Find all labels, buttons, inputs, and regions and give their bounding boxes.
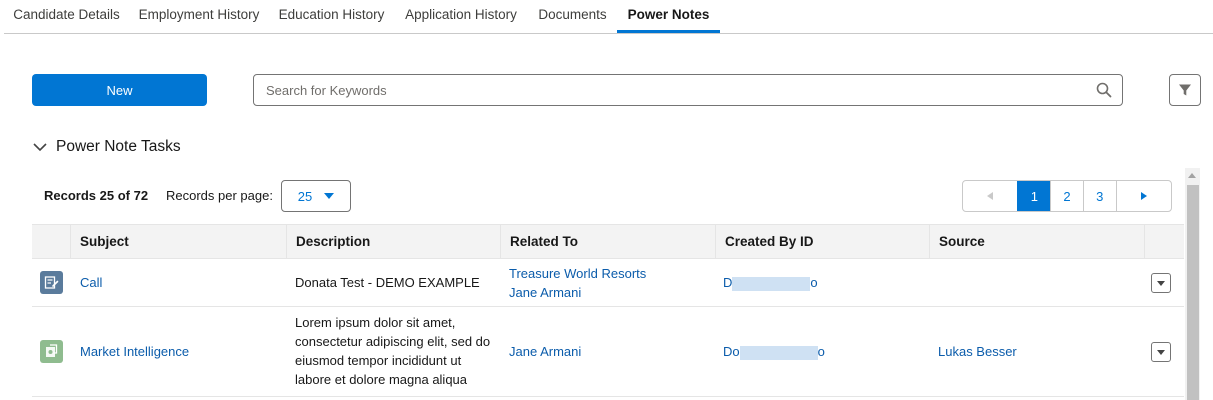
redacted-block bbox=[739, 345, 818, 360]
row-actions-button[interactable] bbox=[1151, 342, 1171, 362]
created-by-prefix: D bbox=[723, 275, 733, 290]
new-button[interactable]: New bbox=[32, 74, 207, 106]
table-row: Market Intelligence Lorem ipsum dolor si… bbox=[32, 307, 1184, 397]
tab-candidate-details[interactable]: Candidate Details bbox=[4, 0, 129, 33]
search-box bbox=[253, 74, 1123, 106]
search-input[interactable] bbox=[254, 75, 1122, 105]
table-header: Subject Description Related To Created B… bbox=[32, 224, 1184, 259]
subject-link[interactable]: Call bbox=[80, 273, 102, 292]
created-by-link[interactable]: Do bbox=[723, 273, 818, 292]
subject-link[interactable]: Market Intelligence bbox=[80, 342, 189, 361]
created-by-suffix: o bbox=[810, 275, 818, 290]
records-count: Records 25 of 72 bbox=[44, 188, 149, 203]
page-button-1[interactable]: 1 bbox=[1017, 181, 1051, 211]
page-button-3[interactable]: 3 bbox=[1082, 181, 1116, 211]
row-actions-button[interactable] bbox=[1151, 273, 1171, 293]
previous-page-icon bbox=[987, 192, 994, 200]
records-per-page-select[interactable]: 25 bbox=[281, 180, 351, 212]
filter-icon bbox=[1179, 84, 1191, 96]
column-header-created-by-id[interactable]: Created By ID bbox=[715, 225, 929, 259]
created-by-prefix: Do bbox=[723, 344, 740, 359]
previous-page-button[interactable] bbox=[963, 181, 1017, 211]
scroll-up-arrow-icon[interactable] bbox=[1188, 173, 1196, 178]
section-title: Power Note Tasks bbox=[56, 138, 181, 155]
tab-power-notes[interactable]: Power Notes bbox=[617, 0, 720, 33]
chevron-down-icon bbox=[33, 143, 47, 152]
next-page-button[interactable] bbox=[1115, 181, 1171, 211]
column-header-related-to[interactable]: Related To bbox=[500, 225, 715, 259]
tab-education-history[interactable]: Education History bbox=[269, 0, 394, 33]
tab-application-history[interactable]: Application History bbox=[394, 0, 528, 33]
tab-employment-history[interactable]: Employment History bbox=[129, 0, 269, 33]
tab-documents[interactable]: Documents bbox=[528, 0, 617, 33]
search-icon[interactable] bbox=[1096, 82, 1112, 98]
column-header-subject[interactable]: Subject bbox=[70, 225, 286, 259]
column-header-description[interactable]: Description bbox=[286, 225, 500, 259]
records-per-page-value: 25 bbox=[297, 188, 313, 204]
next-page-icon bbox=[1140, 192, 1147, 200]
chevron-down-icon bbox=[1157, 280, 1165, 286]
icon-column-header bbox=[32, 225, 70, 259]
actions-column-header bbox=[1144, 225, 1184, 259]
scrollbar-thumb[interactable] bbox=[1187, 185, 1199, 400]
description-text: Donata Test - DEMO EXAMPLE bbox=[295, 275, 480, 290]
related-to-link[interactable]: Treasure World Resorts bbox=[509, 264, 646, 283]
section-header[interactable]: Power Note Tasks bbox=[32, 136, 181, 158]
column-header-source[interactable]: Source bbox=[929, 225, 1144, 259]
source-link[interactable]: Lukas Besser bbox=[938, 342, 1017, 361]
description-text: Lorem ipsum dolor sit amet, consectetur … bbox=[295, 315, 491, 387]
related-to-link[interactable]: Jane Armani bbox=[509, 283, 581, 302]
chevron-down-icon bbox=[1157, 349, 1165, 355]
page-button-2[interactable]: 2 bbox=[1050, 181, 1083, 211]
related-to-link[interactable]: Jane Armani bbox=[509, 342, 581, 361]
caret-down-icon bbox=[324, 193, 335, 199]
market-intelligence-icon bbox=[40, 340, 63, 363]
redacted-block bbox=[732, 276, 811, 291]
record-tabs: Candidate Details Employment History Edu… bbox=[4, 0, 1213, 34]
call-task-icon bbox=[40, 271, 63, 294]
filter-button[interactable] bbox=[1169, 74, 1201, 106]
records-per-page-label: Records per page: bbox=[166, 188, 273, 203]
created-by-suffix: o bbox=[817, 344, 825, 359]
table-row: Call Donata Test - DEMO EXAMPLE Treasure… bbox=[32, 259, 1184, 307]
created-by-link[interactable]: Do o bbox=[723, 342, 825, 361]
pagination: 1 2 3 bbox=[962, 180, 1172, 212]
